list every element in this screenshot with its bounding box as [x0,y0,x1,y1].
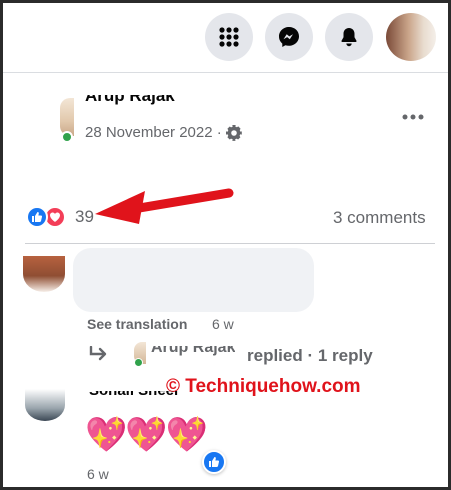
comment-like-reaction[interactable] [202,450,226,474]
annotation-arrow [95,188,234,224]
comment-time[interactable]: 6 w [87,466,109,482]
post-meta: 28 November 2022 · [85,124,242,141]
online-status-dot [61,131,73,143]
see-translation-link[interactable]: See translation [87,316,187,332]
commenter-avatar[interactable] [25,389,65,421]
author-name[interactable]: Arup Rajak [85,95,175,109]
like-icon [209,457,220,467]
post-date[interactable]: 28 November 2022 · [85,124,222,141]
comment-emojis: 💖💖💖 [85,416,208,454]
view-replies-link[interactable]: replied · 1 reply [247,346,373,366]
reply-arrow-icon [89,346,107,361]
messenger-icon [279,27,299,47]
top-navigation-bar [3,3,448,73]
gear-icon[interactable] [225,124,242,141]
menu-button[interactable] [205,13,253,61]
watermark: © Techniquehow.com [166,376,361,397]
like-icon [26,206,48,228]
post-options-button[interactable] [401,107,425,127]
comment-time[interactable]: 6 w [212,316,234,332]
commenter-avatar[interactable] [23,256,65,292]
grid-menu-icon [219,27,239,47]
divider [25,243,435,244]
notifications-button[interactable] [325,13,373,61]
bell-icon [341,28,357,47]
comment-bubble [73,248,314,312]
online-status-dot [134,358,143,367]
messenger-button[interactable] [265,13,313,61]
reply-author-name[interactable]: Arup Rajak [151,346,235,359]
facebook-post-screenshot: Arup Rajak 28 November 2022 · 39 3 comme… [0,0,451,490]
more-dots-icon [402,114,424,120]
account-avatar[interactable] [386,13,436,61]
comments-count-link[interactable]: 3 comments [333,208,426,228]
commenter-name[interactable]: Sonali Sheel [89,391,178,403]
